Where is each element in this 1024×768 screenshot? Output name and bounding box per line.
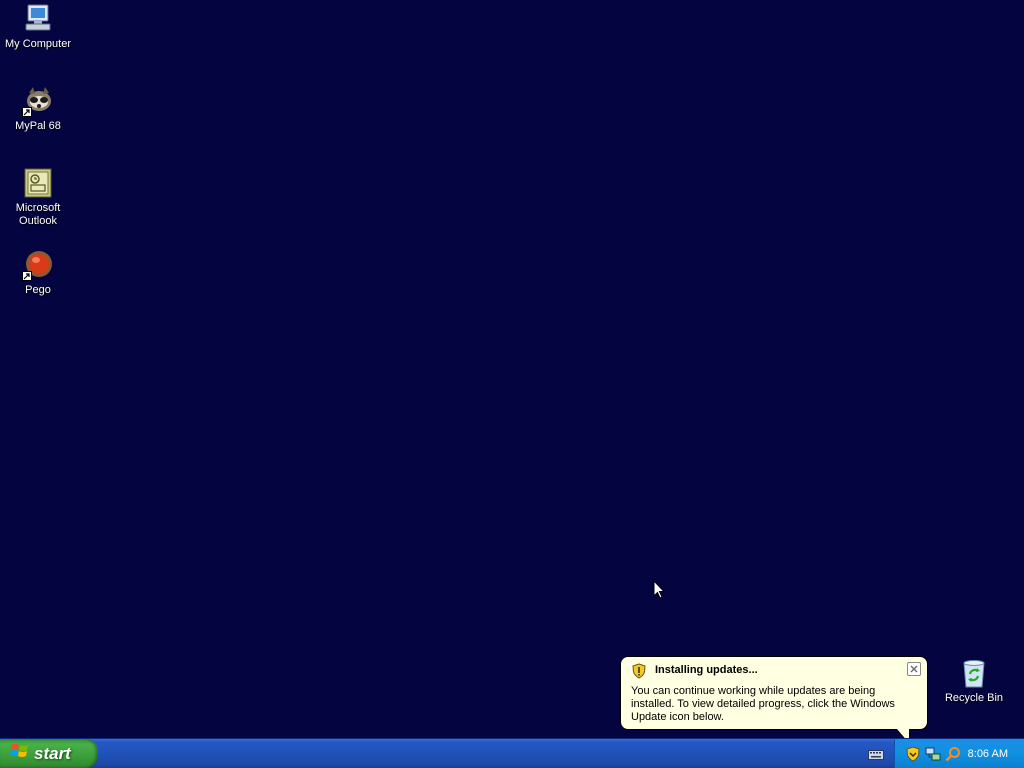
desktop-icon-outlook[interactable]: Microsoft Outlook xyxy=(0,167,76,228)
windows-update-shield-icon[interactable] xyxy=(905,745,921,762)
outlook-icon xyxy=(22,167,54,199)
balloon-message: You can continue working while updates a… xyxy=(631,685,895,723)
mypal-icon xyxy=(22,85,54,117)
desktop-icon-label: My Computer xyxy=(4,38,72,50)
desktop-icon-pego[interactable]: Pego xyxy=(0,249,76,297)
keyboard-icon[interactable] xyxy=(868,748,884,760)
shortcut-arrow-icon xyxy=(22,271,32,281)
start-label: start xyxy=(34,743,71,763)
clock[interactable]: 8:06 AM xyxy=(968,748,1008,760)
balloon-title: Installing updates... xyxy=(655,664,758,676)
balloon-close-button[interactable] xyxy=(907,662,921,676)
desktop-icon-label: Recycle Bin xyxy=(944,692,1004,704)
start-button[interactable]: start xyxy=(0,739,98,768)
windows-logo-icon xyxy=(10,742,30,765)
windows-update-shield-icon xyxy=(631,663,647,684)
desktop-icon-my-computer[interactable]: My Computer xyxy=(0,3,76,51)
system-tray: 8:06 AM xyxy=(894,739,1024,768)
close-icon xyxy=(910,665,918,673)
desktop-icon-label: Pego xyxy=(25,284,51,296)
recycle-bin-icon xyxy=(958,657,990,689)
my-computer-icon xyxy=(22,3,54,35)
desktop-icon-mypal[interactable]: MyPal 68 xyxy=(0,85,76,133)
shortcut-arrow-icon xyxy=(22,107,32,117)
mouse-pointer-icon xyxy=(653,579,666,605)
taskbar: start 8:06 AM xyxy=(0,738,1024,768)
desktop-icon-label: MyPal 68 xyxy=(15,120,61,132)
search-icon[interactable] xyxy=(945,746,961,762)
desktop: My Computer MyPal 68 Microsoft Outlook P… xyxy=(0,0,1024,738)
network-icon[interactable] xyxy=(925,746,941,762)
desktop-icon-label: Microsoft Outlook xyxy=(15,202,61,227)
notification-balloon[interactable]: Installing updates... You can continue w… xyxy=(620,656,928,730)
pego-icon xyxy=(22,249,54,281)
desktop-icon-recycle-bin[interactable]: Recycle Bin xyxy=(936,657,1012,705)
